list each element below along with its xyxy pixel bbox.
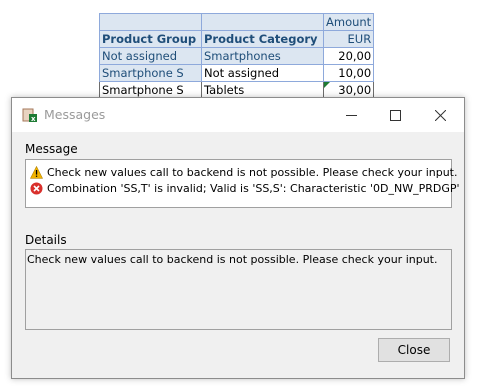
close-window-button[interactable] <box>426 102 454 128</box>
header-product-category[interactable]: Product Category <box>201 30 324 48</box>
message-item-error[interactable]: Combination 'SS,T' is invalid; Valid is … <box>30 180 460 196</box>
close-icon <box>434 109 446 121</box>
header-amount[interactable]: Amount <box>322 13 375 31</box>
header-row-dimensions: Product Group Product Category EUR <box>99 30 375 48</box>
cell-product-category[interactable]: Smartphones <box>201 47 324 65</box>
warning-icon <box>30 165 43 179</box>
details-text: Check new values call to backend is not … <box>27 253 438 266</box>
cell-amount[interactable]: 20,00 <box>322 47 375 65</box>
cell-amount-changed[interactable]: 30,00 <box>322 81 375 99</box>
cell-product-group[interactable]: Not assigned <box>99 47 202 65</box>
details-textbox[interactable]: Check new values call to backend is not … <box>25 249 452 330</box>
messages-dialog: x Messages Message Check new values call… <box>11 97 465 379</box>
message-text: Check new values call to backend is not … <box>47 165 458 179</box>
table-row: Not assigned Smartphones 20,00 <box>99 47 375 65</box>
minimize-icon <box>345 114 357 116</box>
cell-product-category[interactable]: Not assigned <box>201 64 324 82</box>
maximize-button[interactable] <box>381 102 409 128</box>
cell-amount[interactable]: 10,00 <box>322 64 375 82</box>
message-section-label: Message <box>25 142 78 156</box>
close-button[interactable]: Close <box>378 338 450 362</box>
header-row-amount: Amount <box>99 13 375 31</box>
header-product-group[interactable]: Product Group <box>99 30 202 48</box>
message-list[interactable]: Check new values call to backend is not … <box>25 159 460 208</box>
cell-product-group[interactable]: Smartphone S <box>99 64 202 82</box>
maximize-icon <box>389 109 401 121</box>
details-section-label: Details <box>25 233 67 247</box>
message-item-warning[interactable]: Check new values call to backend is not … <box>30 164 458 180</box>
dialog-titlebar[interactable]: x Messages <box>12 98 464 132</box>
spreadsheet-table: Amount Product Group Product Category EU… <box>99 13 375 99</box>
message-text: Combination 'SS,T' is invalid; Valid is … <box>47 181 460 195</box>
cell-product-group[interactable]: Smartphone S <box>99 81 202 99</box>
table-row: Smartphone S Tablets 30,00 <box>99 81 375 99</box>
minimize-button[interactable] <box>337 102 365 128</box>
dialog-title: Messages <box>44 107 106 122</box>
svg-text:x: x <box>31 115 36 123</box>
header-currency[interactable]: EUR <box>322 30 375 48</box>
cell-product-category[interactable]: Tablets <box>201 81 324 99</box>
excel-addin-icon: x <box>22 108 37 123</box>
cell-empty[interactable] <box>201 13 324 31</box>
table-row: Smartphone S Not assigned 10,00 <box>99 64 375 82</box>
error-icon <box>30 182 43 194</box>
cell-empty[interactable] <box>99 13 202 31</box>
